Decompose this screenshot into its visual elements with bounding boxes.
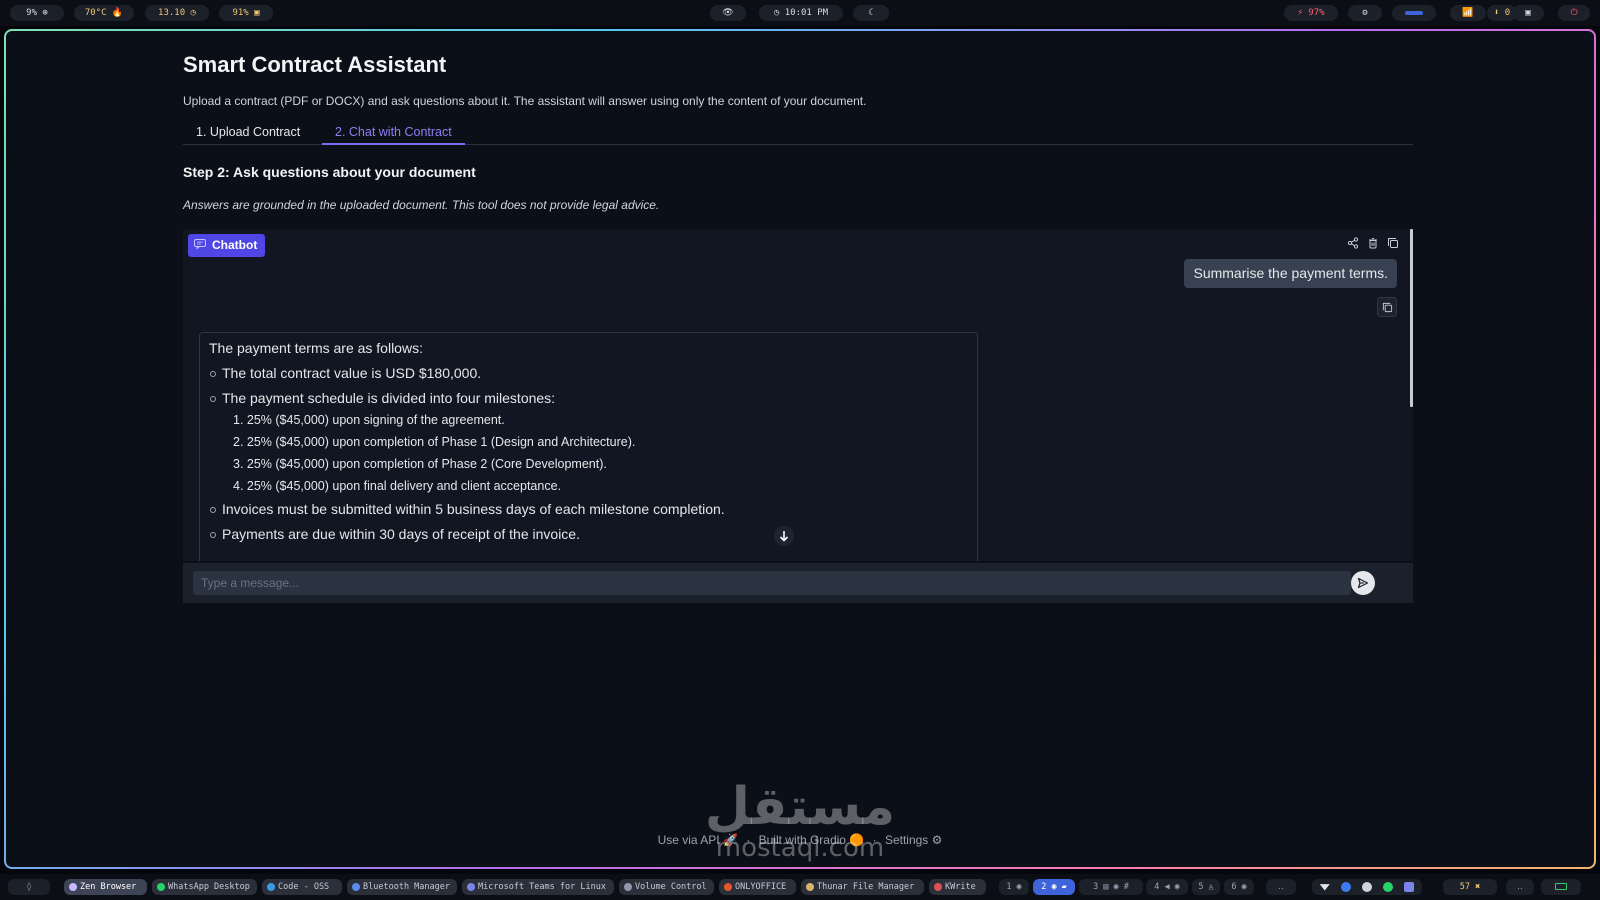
footer-separator: ·: [746, 833, 751, 847]
whatsapp-icon: [157, 883, 165, 891]
top-status-bar: 9% ⊕ 70°C 🔥 13.10 ◷ 91% ▣ 👁 ◷ 10:01 PM ☾…: [0, 0, 1600, 26]
tray-overflow[interactable]: ‥: [1506, 879, 1534, 895]
bluetooth-tray-icon: [1340, 881, 1351, 892]
taskbar-app-thunar[interactable]: Thunar File Manager: [801, 879, 924, 895]
eye-off-icon[interactable]: 👁: [710, 5, 746, 21]
temperature-indicator[interactable]: 70°C 🔥: [74, 5, 134, 21]
message-input-row: [183, 563, 1413, 603]
gradio-footer: Use via API 🚀 · Built with Gradio 🟠 · Se…: [0, 833, 1600, 847]
page-title: Smart Contract Assistant: [183, 52, 447, 77]
copy-message-button[interactable]: [1377, 297, 1397, 317]
workspace-6[interactable]: 6 ◉: [1224, 879, 1254, 895]
wifi-tray-icon: [1319, 884, 1330, 891]
bluetooth-icon: [352, 883, 360, 891]
taskbar-app-onlyoffice[interactable]: ONLYOFFICE: [719, 879, 796, 895]
bullet-item: The total contract value is USD $180,000…: [209, 364, 968, 382]
lock-indicator[interactable]: [1541, 879, 1581, 895]
moon-icon[interactable]: ☾: [853, 5, 889, 21]
message-input[interactable]: [193, 571, 1351, 595]
trash-icon[interactable]: [1365, 235, 1381, 251]
tab-bar: 1. Upload Contract 2. Chat with Contract: [183, 120, 1413, 145]
taskbar-app-bluetooth[interactable]: Bluetooth Manager: [347, 879, 457, 895]
page-description: Upload a contract (PDF or DOCX) and ask …: [183, 94, 867, 108]
tab-upload-contract[interactable]: 1. Upload Contract: [183, 120, 313, 145]
copy-icon[interactable]: [1385, 235, 1401, 251]
teams-icon: [467, 883, 475, 891]
screenshot-icon[interactable]: ▣: [1512, 5, 1544, 21]
teams-tray-icon: [1404, 881, 1415, 892]
chat-toolbar: [1345, 235, 1401, 251]
folder-icon: [806, 883, 814, 891]
workspace-5[interactable]: 5 ◬: [1192, 879, 1220, 895]
milestone-list: 1. 25% ($45,000) upon signing of the agr…: [233, 412, 968, 494]
notifications-indicator[interactable]: 57 ✖: [1443, 879, 1497, 895]
milestone-item: 4. 25% ($45,000) upon final delivery and…: [233, 479, 561, 493]
scroll-to-bottom-button[interactable]: [774, 526, 794, 546]
chatbot-panel[interactable]: Chatbot Summarise the payment terms. The…: [183, 229, 1413, 561]
workspace-4[interactable]: 4 ◀ ◉: [1146, 879, 1188, 895]
workspace-3[interactable]: 3 ▤ ◉ #: [1079, 879, 1143, 895]
bullet-item: The payment schedule is divided into fou…: [209, 389, 968, 407]
milestone-item: 3. 25% ($45,000) upon completion of Phas…: [233, 457, 607, 471]
taskbar-app-code-oss[interactable]: Code - OSS: [262, 879, 342, 895]
network-icon[interactable]: 📶: [1450, 5, 1486, 21]
share-icon[interactable]: [1345, 235, 1361, 251]
taskbar-app-volume-control[interactable]: Volume Control: [619, 879, 714, 895]
chatbot-label-text: Chatbot: [212, 238, 258, 252]
steam-tray-icon: [1362, 881, 1372, 892]
send-button[interactable]: [1351, 571, 1375, 595]
workspace-1[interactable]: 1 ◉: [999, 879, 1029, 895]
cpu-indicator[interactable]: 9% ⊕: [10, 5, 64, 21]
bot-message: The payment terms are as follows: The to…: [199, 332, 978, 561]
send-icon: [1357, 577, 1369, 589]
bullet-item: Payments are due within 30 days of recei…: [209, 525, 968, 543]
memory-indicator[interactable]: 91% ▣: [219, 5, 273, 21]
taskbar-app-whatsapp[interactable]: WhatsApp Desktop: [152, 879, 257, 895]
use-via-api-link[interactable]: Use via API 🚀: [658, 833, 738, 847]
settings-link[interactable]: Settings ⚙: [885, 833, 942, 847]
onlyoffice-icon: [724, 883, 732, 891]
user-message: Summarise the payment terms.: [1184, 259, 1397, 288]
milestone-item: 2. 25% ($45,000) upon completion of Phas…: [233, 435, 636, 449]
taskbar-app-zen-browser[interactable]: Zen Browser: [64, 879, 147, 895]
arrow-down-icon: [779, 531, 789, 542]
volume-icon: [624, 883, 632, 891]
chat-scrollbar[interactable]: [1410, 229, 1413, 407]
tab-chat-with-contract[interactable]: 2. Chat with Contract: [322, 120, 465, 145]
chatbot-label: Chatbot: [188, 234, 266, 257]
workspace-2[interactable]: 2 ◉ ▰: [1033, 879, 1075, 895]
workspace-indicator[interactable]: [1392, 5, 1436, 21]
clock[interactable]: ◷ 10:01 PM: [759, 5, 843, 21]
taskbar-overflow[interactable]: ‥: [1266, 879, 1296, 895]
footer-separator: ·: [872, 833, 877, 847]
chat-bubble-icon: [194, 234, 206, 257]
system-tray[interactable]: [1312, 879, 1422, 895]
bullet-item: Invoices must be submitted within 5 busi…: [209, 500, 968, 518]
bot-intro-text: The payment terms are as follows:: [209, 340, 423, 356]
battery-icon: [1555, 883, 1567, 890]
milestone-item: 1. 25% ($45,000) upon signing of the agr…: [233, 413, 505, 427]
load-indicator[interactable]: 13.10 ◷: [145, 5, 209, 21]
launcher-button[interactable]: ◊: [8, 879, 50, 895]
kwrite-icon: [934, 883, 942, 891]
taskbar-app-kwrite[interactable]: KWrite: [929, 879, 986, 895]
taskbar: ◊ Zen Browser WhatsApp Desktop Code - OS…: [0, 874, 1600, 900]
gear-icon[interactable]: ⚙: [1348, 5, 1382, 21]
built-with-gradio-link[interactable]: Built with Gradio 🟠: [759, 833, 865, 847]
step-heading: Step 2: Ask questions about your documen…: [183, 164, 476, 180]
whatsapp-tray-icon: [1383, 881, 1394, 892]
taskbar-app-teams[interactable]: Microsoft Teams for Linux: [462, 879, 614, 895]
battery-indicator[interactable]: ⚡ 97%: [1284, 5, 1338, 21]
power-icon[interactable]: ⏻: [1558, 5, 1590, 21]
disclaimer: Answers are grounded in the uploaded doc…: [183, 198, 660, 212]
browser-icon: [69, 883, 77, 891]
code-icon: [267, 883, 275, 891]
